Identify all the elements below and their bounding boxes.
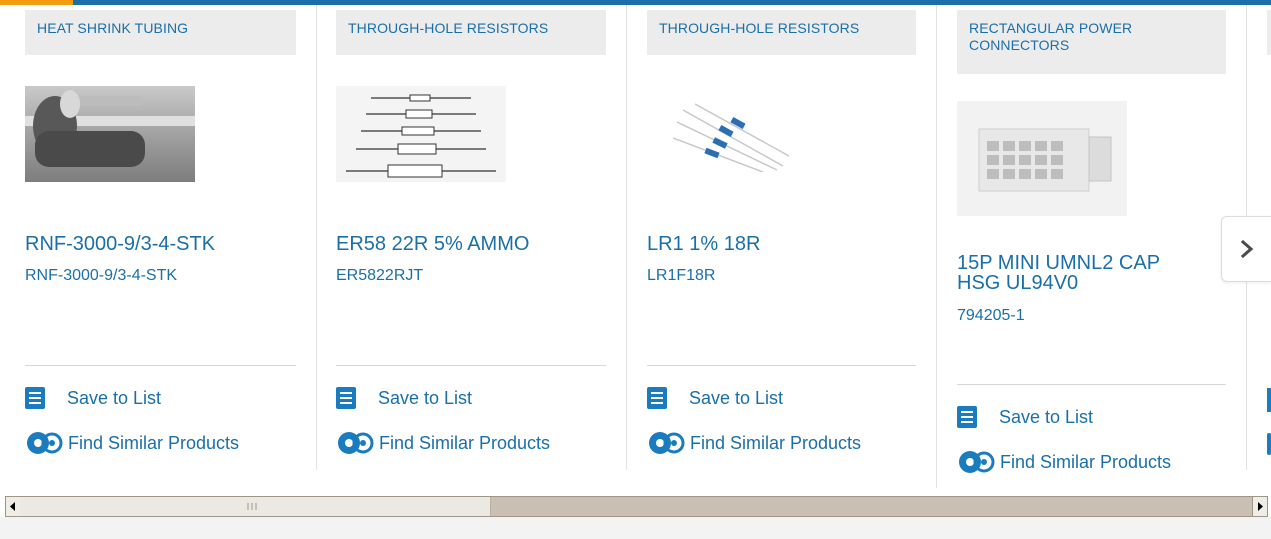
page-footer-strip (0, 517, 1271, 539)
checklist-icon (957, 406, 977, 428)
similar-label: Find Similar Products (690, 432, 862, 453)
save-label: Save to List (67, 387, 162, 408)
product-card-1: HEAT SHRINK TUBING RNF-3000-9/3-4-STK RN… (25, 5, 296, 470)
arrow-right-icon (1258, 502, 1263, 511)
category-tag[interactable]: RECTANGULAR POWER CONNECTORS (957, 10, 1226, 74)
product-title[interactable]: 15P MINI UMNL2 CAP HSG UL94V0 (957, 253, 1197, 293)
save-to-list-button[interactable]: Save to List (647, 387, 783, 409)
find-similar-button[interactable]: Find Similar Products (647, 430, 861, 456)
card-separator (316, 5, 317, 470)
save-label: Save to List (999, 406, 1094, 427)
product-title[interactable]: RNF-3000-9/3-4-STK (25, 234, 296, 254)
part-number[interactable]: RNF-3000-9/3-4-STK (25, 267, 177, 285)
save-label: Save to List (378, 387, 473, 408)
category-tag[interactable]: THROUGH-HOLE RESISTORS (336, 10, 606, 55)
similar-label: Find Similar Products (379, 432, 551, 453)
part-number[interactable]: ER5822RJT (336, 267, 423, 285)
save-to-list-button[interactable]: Save to List (957, 406, 1093, 428)
product-card-2: THROUGH-HOLE RESISTORS ER58 22R 5% AMMO … (336, 5, 606, 470)
gears-icon (957, 449, 995, 475)
similar-label: Find Similar Products (68, 432, 240, 453)
card-divider (957, 384, 1226, 385)
product-title[interactable]: LR1 1% 18R (647, 234, 916, 254)
gears-icon (1267, 433, 1271, 455)
product-image[interactable] (957, 101, 1127, 216)
find-similar-button[interactable]: Find Similar Products (336, 430, 550, 456)
scroll-left-button[interactable] (6, 497, 21, 516)
gears-icon (647, 430, 685, 456)
part-number[interactable]: LR1F18R (647, 267, 715, 285)
scrollbar-thumb[interactable] (20, 497, 491, 516)
grip-icon (247, 503, 257, 510)
save-to-list-button[interactable]: Save to List (336, 387, 472, 409)
category-tag[interactable]: THROUGH-HOLE RESISTORS (647, 10, 916, 55)
arrow-left-icon (10, 502, 15, 511)
product-image[interactable] (25, 86, 195, 182)
part-number[interactable]: 794205-1 (957, 307, 1025, 325)
card-divider (336, 365, 606, 366)
card-separator (626, 5, 627, 470)
product-card-4: RECTANGULAR POWER CONNECTORS 15P MINI UM… (957, 5, 1226, 488)
checklist-icon (336, 387, 356, 409)
checklist-icon (1267, 388, 1271, 412)
save-to-list-button[interactable]: Save to List (25, 387, 161, 409)
save-label: Save to List (689, 387, 784, 408)
product-title[interactable]: ER58 22R 5% AMMO (336, 234, 606, 254)
find-similar-button[interactable]: Find Similar Products (957, 449, 1171, 475)
similar-label: Find Similar Products (1000, 451, 1172, 472)
product-card-3: THROUGH-HOLE RESISTORS LR1 1% 18R LR1F18… (647, 5, 916, 470)
category-tag-partial (1267, 10, 1271, 55)
card-divider (647, 365, 916, 366)
carousel-next-button[interactable] (1221, 216, 1271, 282)
gears-icon (25, 430, 63, 456)
checklist-icon (647, 387, 667, 409)
gears-icon (336, 430, 374, 456)
product-image[interactable] (673, 100, 791, 172)
product-image[interactable] (336, 86, 506, 182)
card-separator (936, 5, 937, 488)
card-divider (25, 365, 296, 366)
checklist-icon (25, 387, 45, 409)
scroll-right-button[interactable] (1252, 497, 1267, 516)
chevron-right-icon (1240, 239, 1253, 259)
find-similar-button[interactable]: Find Similar Products (25, 430, 239, 456)
category-tag[interactable]: HEAT SHRINK TUBING (25, 10, 296, 55)
horizontal-scrollbar[interactable] (5, 496, 1268, 517)
